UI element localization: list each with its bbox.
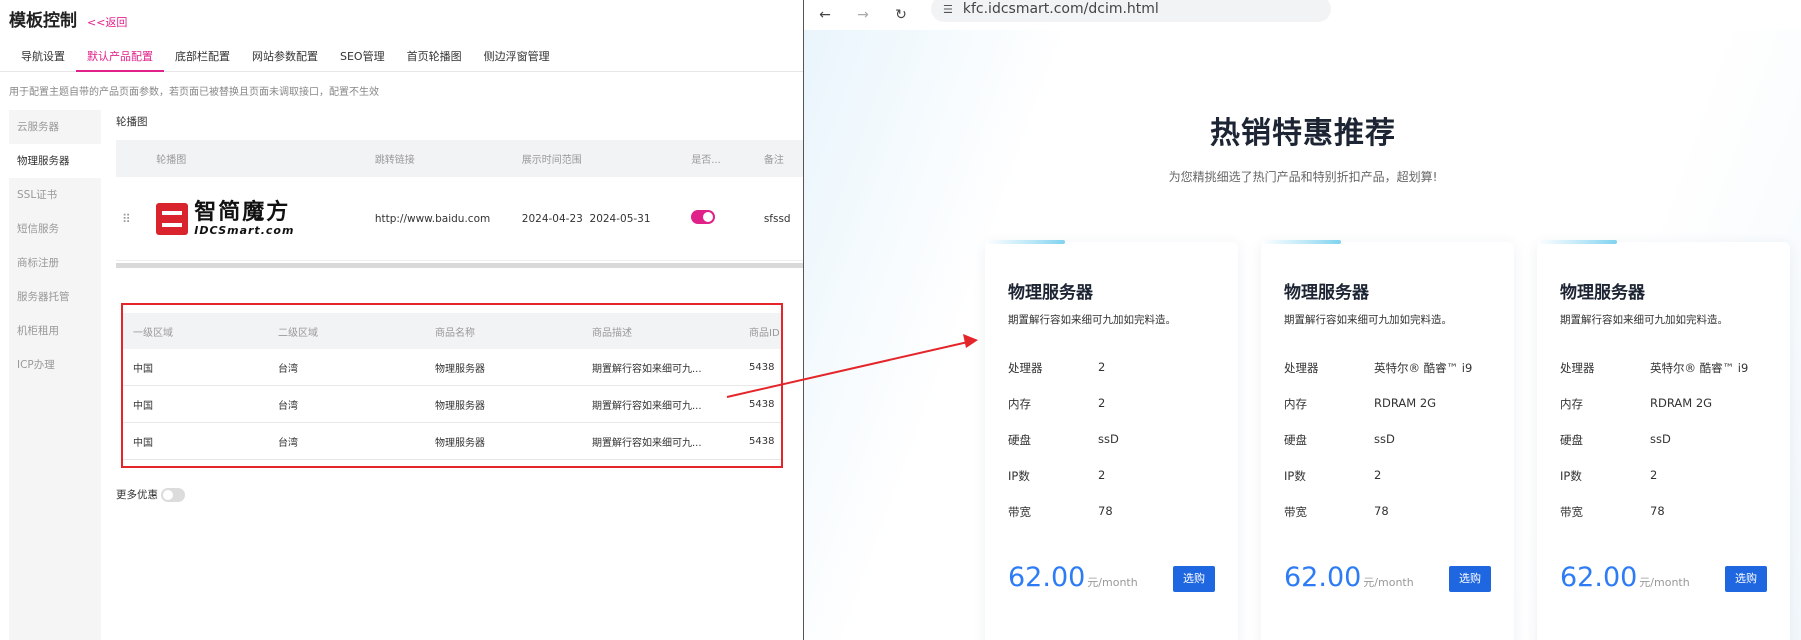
spec-row: 硬盘 ssD: [1560, 432, 1671, 447]
card-price: 62.00 元/month: [1284, 562, 1414, 593]
logo-text-en: IDCSmart.com: [194, 223, 295, 237]
col-link: 跳转链接: [374, 155, 415, 166]
show-toggle[interactable]: [691, 210, 716, 224]
url-text: kfc.idcsmart.com/dcim.html: [962, 1, 1159, 17]
browser-toolbar: ← → ↻ ☰ kfc.idcsmart.com/dcim.html: [804, 0, 1801, 30]
side-item-sms[interactable]: 短信服务: [9, 212, 101, 246]
tab-home-banner[interactable]: 首页轮播图: [396, 44, 473, 72]
product-card: 物理服务器 期置解行容如来细可九加如完料造。 处理器 2 内存 2 硬盘 ssD IP…: [985, 240, 1238, 640]
spec-row: IP数 2: [1008, 468, 1106, 483]
page-header: 模板控制 <<返回: [9, 6, 127, 31]
col-show: 是否...: [691, 155, 721, 166]
product-side-menu: 云服务器 物理服务器 SSL证书 短信服务 商标注册 服务器托管 机柜租用 IC…: [9, 110, 101, 640]
side-item-trademark[interactable]: 商标注册: [9, 246, 101, 280]
product-table: 一级区域 二级区域 商品名称 商品描述 商品ID 中国 台湾 物理服务器 期置解…: [121, 313, 781, 460]
spec-row: 处理器 英特尔® 酷睿™ i9: [1560, 361, 1749, 375]
tab-seo[interactable]: SEO管理: [329, 44, 396, 72]
col-product-name: 商品名称: [435, 327, 475, 339]
tab-site-params[interactable]: 网站参数配置: [241, 44, 329, 72]
buy-button[interactable]: 选购: [1725, 566, 1767, 592]
spec-row: 带宽 78: [1008, 504, 1113, 519]
back-link[interactable]: <<返回: [87, 14, 127, 30]
spec-row: 处理器 2: [1008, 360, 1106, 375]
side-item-ssl[interactable]: SSL证书: [9, 178, 101, 212]
product-card: 物理服务器 期置解行容如来细可九加如完料造。 处理器 英特尔® 酷睿™ i9 内存…: [1261, 240, 1514, 640]
spec-row: 处理器 英特尔® 酷睿™ i9: [1284, 361, 1473, 375]
col-banner: 轮播图: [156, 155, 187, 166]
buy-button[interactable]: 选购: [1173, 566, 1215, 592]
screenshot-root: 模板控制 <<返回 导航设置 默认产品配置 底部栏配置 网站参数配置 SEO管理…: [0, 0, 1801, 640]
banner-image-logo: 智简魔方 IDCSmart.com: [156, 199, 375, 237]
tab-nav-settings[interactable]: 导航设置: [0, 44, 76, 72]
logo-mark-icon: [156, 202, 189, 235]
hero-subtitle: 为您精挑细选了热门产品和特别折扣产品，超划算!: [1168, 170, 1438, 184]
col-product-desc: 商品描述: [592, 327, 632, 339]
banner-table: 轮播图 跳转链接 展示时间范围 是否... 备注 ⠿ 智简魔方 IDCSmart…: [116, 140, 803, 268]
more-discount: 更多优惠: [116, 487, 185, 502]
card-desc: 期置解行容如来细可九加如完料造。: [1008, 314, 1176, 326]
card-desc: 期置解行容如来细可九加如完料造。: [1284, 314, 1452, 326]
spec-row: 内存 RDRAM 2G: [1560, 396, 1713, 411]
spec-row: 带宽 78: [1284, 504, 1389, 519]
banner-table-header: 轮播图 跳转链接 展示时间范围 是否... 备注: [116, 140, 803, 177]
side-item-colocation[interactable]: 服务器托管: [9, 280, 101, 314]
product-card: 物理服务器 期置解行容如来细可九加如完料造。 处理器 英特尔® 酷睿™ i9 内存…: [1537, 240, 1790, 640]
table-row[interactable]: 中国 台湾 物理服务器 期置解行容如来细可九... 5438: [121, 386, 781, 423]
page-title: 模板控制: [9, 11, 77, 31]
table-row[interactable]: 中国 台湾 物理服务器 期置解行容如来细可九... 5438: [121, 423, 781, 460]
card-title: 物理服务器: [1284, 283, 1369, 303]
browser-window: ← → ↻ ☰ kfc.idcsmart.com/dcim.html 热销特惠推…: [803, 0, 1801, 640]
drag-handle-icon[interactable]: ⠿: [116, 212, 156, 226]
config-hint: 用于配置主题自带的产品页面参数，若页面已被替换且页面未调取接口，配置不生效: [9, 87, 379, 98]
side-item-cloud-server[interactable]: 云服务器: [9, 110, 101, 144]
spec-row: 内存 2: [1008, 396, 1106, 411]
card-title: 物理服务器: [1008, 283, 1093, 303]
spec-row: IP数 2: [1284, 468, 1382, 483]
more-discount-label: 更多优惠: [116, 489, 158, 501]
side-item-physical-server[interactable]: 物理服务器: [9, 144, 101, 178]
col-region-1: 一级区域: [133, 327, 173, 339]
table-row[interactable]: 中国 台湾 物理服务器 期置解行容如来细可九... 5438: [121, 349, 781, 386]
hero-title: 热销特惠推荐: [1210, 116, 1396, 151]
banner-section-label: 轮播图: [116, 116, 148, 128]
card-price: 62.00 元/month: [1560, 562, 1690, 593]
horizontal-scrollbar[interactable]: [116, 263, 803, 268]
spec-row: 带宽 78: [1560, 504, 1665, 519]
col-note: 备注: [763, 155, 784, 166]
banner-note: sfssd: [763, 212, 791, 225]
more-discount-toggle[interactable]: [161, 487, 185, 502]
side-item-icp[interactable]: ICP办理: [9, 348, 101, 382]
spec-row: IP数 2: [1560, 468, 1658, 483]
admin-panel: 模板控制 <<返回 导航设置 默认产品配置 底部栏配置 网站参数配置 SEO管理…: [0, 0, 803, 640]
card-title: 物理服务器: [1560, 283, 1645, 303]
side-item-rack[interactable]: 机柜租用: [9, 314, 101, 348]
site-info-icon[interactable]: ☰: [943, 3, 953, 16]
tab-bar: 导航设置 默认产品配置 底部栏配置 网站参数配置 SEO管理 首页轮播图 侧边浮…: [0, 44, 803, 72]
reload-icon[interactable]: ↻: [893, 7, 909, 23]
arrow-left-icon[interactable]: ←: [817, 7, 833, 23]
col-time-range: 展示时间范围: [521, 155, 582, 166]
buy-button[interactable]: 选购: [1449, 566, 1491, 592]
arrow-right-icon[interactable]: →: [855, 7, 871, 23]
tab-footer[interactable]: 底部栏配置: [164, 44, 241, 72]
banner-link: http://www.baidu.com: [374, 212, 491, 225]
logo-text-cn: 智简魔方: [194, 199, 291, 225]
card-price: 62.00 元/month: [1008, 562, 1138, 593]
product-table-header: 一级区域 二级区域 商品名称 商品描述 商品ID: [121, 313, 781, 349]
page-viewport: 热销特惠推荐 为您精挑细选了热门产品和特别折扣产品，超划算! 物理服务器 期置解…: [804, 30, 1801, 640]
tab-default-product[interactable]: 默认产品配置: [76, 44, 164, 72]
spec-row: 硬盘 ssD: [1008, 432, 1119, 447]
banner-time-range: 2024-04-23 2024-05-31: [521, 212, 651, 225]
table-row: ⠿ 智简魔方 IDCSmart.com http://www.baidu.com…: [116, 177, 803, 261]
tab-side-float[interactable]: 侧边浮窗管理: [473, 44, 561, 72]
card-desc: 期置解行容如来细可九加如完料造。: [1560, 314, 1728, 326]
spec-row: 硬盘 ssD: [1284, 432, 1395, 447]
col-product-id: 商品ID: [749, 327, 780, 339]
address-bar[interactable]: ☰ kfc.idcsmart.com/dcim.html: [931, 0, 1331, 22]
spec-row: 内存 RDRAM 2G: [1284, 396, 1437, 411]
col-region-2: 二级区域: [278, 327, 318, 339]
